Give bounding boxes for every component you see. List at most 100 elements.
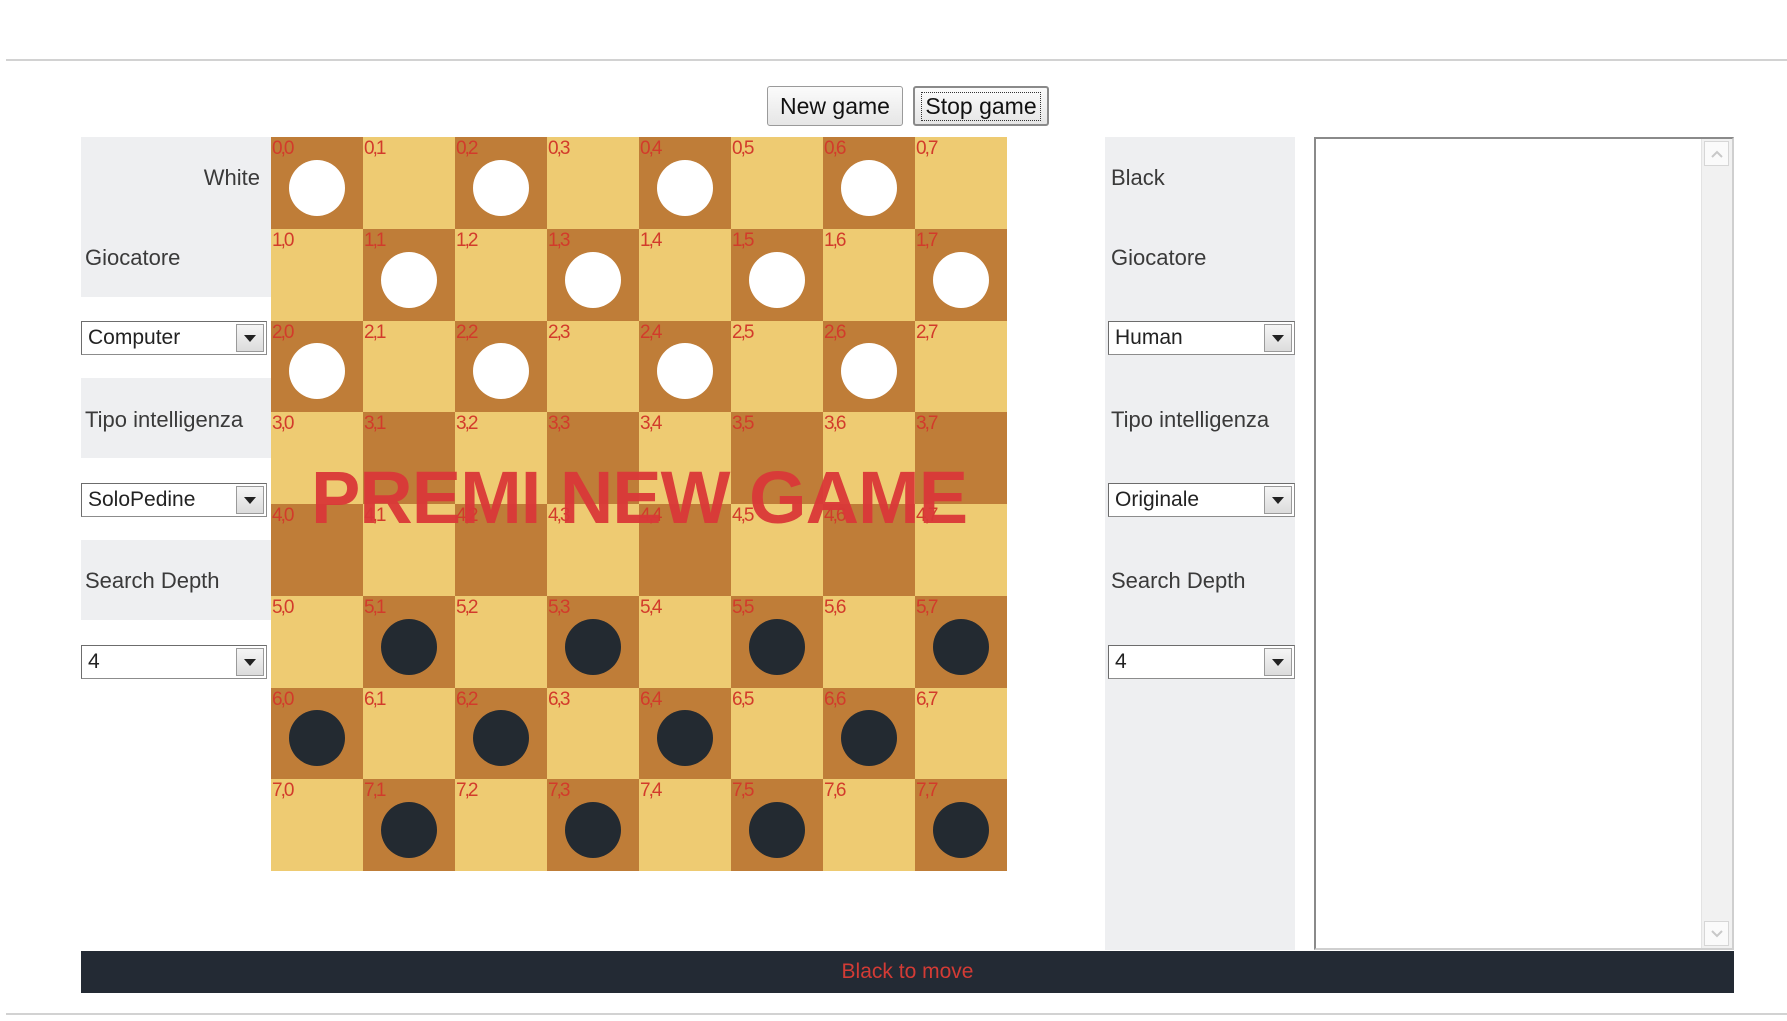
black-intelligence-select[interactable]: Originale bbox=[1108, 483, 1295, 517]
black-piece[interactable] bbox=[565, 802, 621, 859]
scroll-down-icon[interactable] bbox=[1704, 921, 1729, 946]
chevron-down-icon[interactable] bbox=[236, 648, 264, 676]
board-square[interactable]: 4,5 bbox=[731, 504, 823, 596]
white-piece[interactable] bbox=[381, 251, 437, 308]
board-square[interactable]: 7,4 bbox=[639, 779, 731, 871]
board-square[interactable]: 2,6 bbox=[823, 320, 915, 413]
board-square[interactable]: 4,1 bbox=[363, 504, 455, 596]
board-square[interactable]: 3,6 bbox=[823, 412, 915, 504]
board-square[interactable]: 0,2 bbox=[455, 137, 547, 229]
board-square[interactable]: 2,7 bbox=[915, 320, 1007, 413]
board-square[interactable]: 6,4 bbox=[639, 687, 731, 780]
board-square[interactable]: 5,0 bbox=[271, 595, 363, 688]
board-square[interactable]: 3,5 bbox=[731, 412, 823, 504]
new-game-button[interactable]: New game bbox=[767, 86, 903, 126]
board-square[interactable]: 0,5 bbox=[731, 137, 823, 229]
board-square[interactable]: 1,0 bbox=[271, 228, 363, 321]
board-square[interactable]: 5,5 bbox=[731, 595, 823, 688]
board-square[interactable]: 3,3 bbox=[547, 412, 639, 504]
board-square[interactable]: 6,2 bbox=[455, 687, 547, 780]
board-square[interactable]: 1,1 bbox=[363, 228, 455, 321]
black-player-select[interactable]: Human bbox=[1108, 321, 1295, 355]
board-square[interactable]: 4,2 bbox=[455, 504, 547, 596]
board-square[interactable]: 1,7 bbox=[915, 228, 1007, 321]
white-piece[interactable] bbox=[289, 159, 345, 216]
board-square[interactable]: 1,2 bbox=[455, 228, 547, 321]
black-piece[interactable] bbox=[749, 618, 805, 675]
black-depth-select[interactable]: 4 bbox=[1108, 645, 1295, 679]
white-piece[interactable] bbox=[841, 343, 897, 400]
board-square[interactable]: 2,1 bbox=[363, 320, 455, 413]
board-square[interactable]: 6,0 bbox=[271, 687, 363, 780]
scroll-up-icon[interactable] bbox=[1704, 141, 1729, 166]
board-square[interactable]: 5,1 bbox=[363, 595, 455, 688]
checkers-board[interactable]: 0,0 0,1 0,2 0,3 0,4 0,5 0,6 0,7 1,0 1,1 1,2 1,3 1,4 1… bbox=[271, 137, 1007, 871]
board-square[interactable]: 5,3 bbox=[547, 595, 639, 688]
board-square[interactable]: 3,2 bbox=[455, 412, 547, 504]
white-piece[interactable] bbox=[565, 251, 621, 308]
black-piece[interactable] bbox=[381, 618, 437, 675]
board-square[interactable]: 2,3 bbox=[547, 320, 639, 413]
board-square[interactable]: 0,4 bbox=[639, 137, 731, 229]
board-square[interactable]: 0,6 bbox=[823, 137, 915, 229]
chevron-down-icon[interactable] bbox=[1264, 648, 1292, 676]
board-square[interactable]: 6,5 bbox=[731, 687, 823, 780]
move-log-textarea[interactable] bbox=[1314, 137, 1734, 950]
board-square[interactable]: 4,3 bbox=[547, 504, 639, 596]
board-square[interactable]: 4,0 bbox=[271, 504, 363, 596]
white-piece[interactable] bbox=[841, 159, 897, 216]
chevron-down-icon[interactable] bbox=[1264, 324, 1292, 352]
board-square[interactable]: 0,3 bbox=[547, 137, 639, 229]
board-square[interactable]: 6,3 bbox=[547, 687, 639, 780]
board-square[interactable]: 0,7 bbox=[915, 137, 1007, 229]
black-piece[interactable] bbox=[565, 618, 621, 675]
board-square[interactable]: 7,3 bbox=[547, 779, 639, 871]
board-square[interactable]: 5,4 bbox=[639, 595, 731, 688]
board-square[interactable]: 7,6 bbox=[823, 779, 915, 871]
board-square[interactable]: 7,7 bbox=[915, 779, 1007, 871]
board-square[interactable]: 4,4 bbox=[639, 504, 731, 596]
white-piece[interactable] bbox=[473, 343, 529, 400]
board-square[interactable]: 4,6 bbox=[823, 504, 915, 596]
board-square[interactable]: 6,7 bbox=[915, 687, 1007, 780]
board-square[interactable]: 6,1 bbox=[363, 687, 455, 780]
stop-game-button[interactable]: Stop game bbox=[913, 86, 1049, 126]
log-scrollbar[interactable] bbox=[1701, 139, 1732, 948]
black-piece[interactable] bbox=[933, 618, 989, 675]
white-piece[interactable] bbox=[289, 343, 345, 400]
board-square[interactable]: 1,3 bbox=[547, 228, 639, 321]
board-square[interactable]: 5,7 bbox=[915, 595, 1007, 688]
black-piece[interactable] bbox=[841, 710, 897, 767]
black-piece[interactable] bbox=[473, 710, 529, 767]
board-square[interactable]: 5,2 bbox=[455, 595, 547, 688]
board-square[interactable]: 7,1 bbox=[363, 779, 455, 871]
board-square[interactable]: 1,4 bbox=[639, 228, 731, 321]
black-piece[interactable] bbox=[749, 802, 805, 859]
white-piece[interactable] bbox=[933, 251, 989, 308]
board-square[interactable]: 1,6 bbox=[823, 228, 915, 321]
black-piece[interactable] bbox=[657, 710, 713, 767]
board-square[interactable]: 4,7 bbox=[915, 504, 1007, 596]
board-square[interactable]: 7,2 bbox=[455, 779, 547, 871]
board-square[interactable]: 3,4 bbox=[639, 412, 731, 504]
black-piece[interactable] bbox=[381, 802, 437, 859]
board-square[interactable]: 0,1 bbox=[363, 137, 455, 229]
white-piece[interactable] bbox=[473, 159, 529, 216]
board-square[interactable]: 7,0 bbox=[271, 779, 363, 871]
white-player-select[interactable]: Computer bbox=[81, 321, 267, 355]
board-square[interactable]: 3,7 bbox=[915, 412, 1007, 504]
board-square[interactable]: 7,5 bbox=[731, 779, 823, 871]
board-square[interactable]: 6,6 bbox=[823, 687, 915, 780]
white-depth-select[interactable]: 4 bbox=[81, 645, 267, 679]
board-square[interactable]: 5,6 bbox=[823, 595, 915, 688]
black-piece[interactable] bbox=[289, 710, 345, 767]
white-piece[interactable] bbox=[657, 343, 713, 400]
board-square[interactable]: 0,0 bbox=[271, 137, 363, 229]
board-square[interactable]: 2,4 bbox=[639, 320, 731, 413]
white-piece[interactable] bbox=[749, 251, 805, 308]
chevron-down-icon[interactable] bbox=[236, 486, 264, 514]
chevron-down-icon[interactable] bbox=[1264, 486, 1292, 514]
board-square[interactable]: 2,0 bbox=[271, 320, 363, 413]
board-square[interactable]: 3,1 bbox=[363, 412, 455, 504]
white-intelligence-select[interactable]: SoloPedine bbox=[81, 483, 267, 517]
